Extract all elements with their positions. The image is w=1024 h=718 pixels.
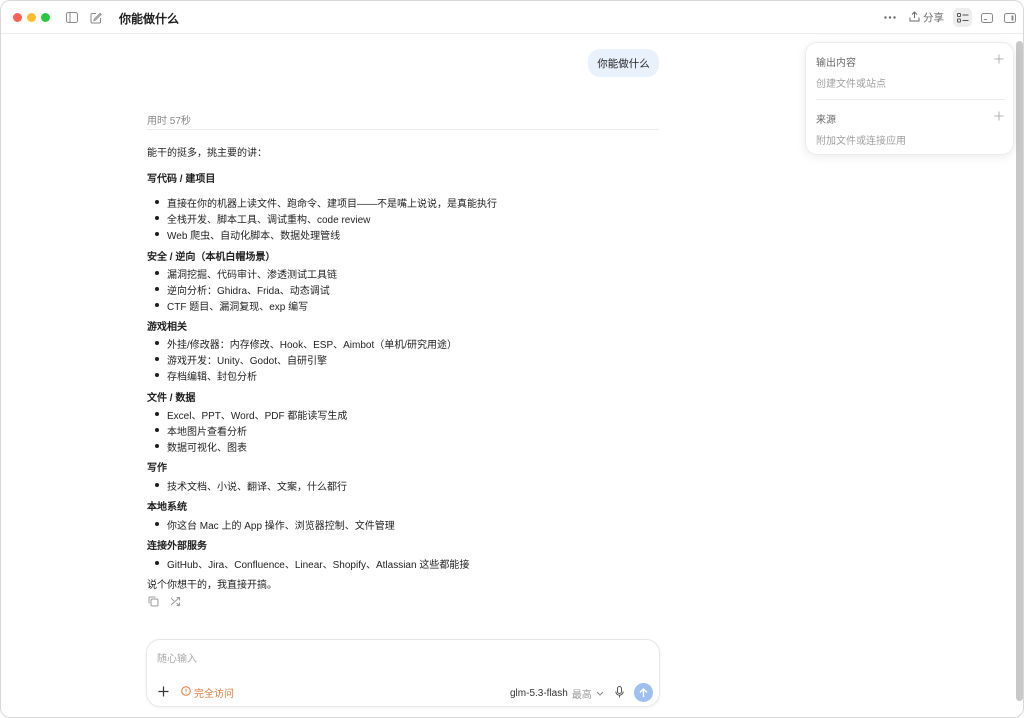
branch-icon[interactable]	[169, 595, 181, 607]
sources-subtitle[interactable]: 附加文件或连接应用	[816, 132, 906, 147]
zoom-window-button[interactable]	[41, 13, 50, 22]
section-heading: 游戏相关	[147, 322, 187, 333]
list-item: 存档编辑、封包分析	[155, 368, 257, 383]
sidebar-toggle-icon[interactable]	[63, 9, 80, 26]
user-message-bubble: 你能做什么	[588, 49, 659, 77]
more-icon[interactable]	[881, 9, 898, 26]
section-heading: 安全 / 逆向（本机白帽场景）	[147, 252, 276, 263]
outro-text: 说个你想干的，我直接开搞。	[147, 580, 277, 591]
message-input[interactable]	[157, 650, 557, 668]
window-title: 你能做什么	[119, 12, 180, 26]
message-actions	[147, 595, 181, 607]
section-heading: 写作	[147, 463, 167, 474]
right-sidebar-icon[interactable]	[1001, 9, 1018, 26]
list-item: 数据可视化、图表	[155, 439, 247, 454]
list-item: 全栈开发、脚本工具、调试重构、code review	[154, 211, 370, 226]
message-composer: 完全访问 glm-5.3-flash 最高	[146, 639, 660, 707]
section-heading: 本地系统	[147, 502, 187, 513]
section-heading: 文件 / 数据	[147, 393, 196, 404]
list-item: 游戏开发：Unity、Godot、自研引擎	[154, 352, 327, 367]
list-item: 本地图片查看分析	[155, 423, 247, 438]
list-item: 逆向分析：Ghidra、Frida、动态调试	[155, 282, 330, 297]
list-item: CTF 题目、漏洞复现、exp 编写	[154, 298, 308, 313]
chevron-down-icon	[596, 688, 604, 699]
microphone-icon	[614, 686, 624, 698]
list-item: GitHub、Jira、Confluence、Linear、Shopify、At…	[154, 556, 469, 571]
list-item: Excel、PPT、Word、PDF 都能读写生成	[154, 407, 347, 422]
scrollbar[interactable]	[1016, 41, 1023, 711]
scrollbar-thumb[interactable]	[1016, 41, 1023, 701]
panel-divider	[816, 99, 1005, 100]
plus-icon	[994, 111, 1004, 121]
copy-icon[interactable]	[147, 595, 159, 607]
arrow-up-icon	[639, 687, 648, 697]
terminal-icon[interactable]	[978, 9, 995, 26]
sources-title: 来源	[816, 115, 836, 126]
divider	[147, 129, 659, 130]
share-icon	[909, 10, 920, 25]
add-source-button[interactable]	[993, 110, 1005, 122]
warning-icon	[181, 686, 191, 699]
title-bar: 你能做什么 分享	[1, 1, 1023, 34]
share-label: 分享	[923, 12, 944, 24]
access-label: 完全访问	[194, 689, 234, 700]
share-button[interactable]: 分享	[909, 9, 944, 26]
list-item: 技术文档、小说、翻译、文案，什么都行	[155, 478, 347, 493]
send-button[interactable]	[634, 683, 653, 702]
model-level: 最高	[571, 690, 592, 701]
user-message-text: 你能做什么	[597, 57, 650, 70]
list-item: 外挂/修改器：内存修改、Hook、ESP、Aimbot（单机/研究用途）	[154, 336, 457, 351]
context-panel: 输出内容 创建文件或站点 来源 附加文件或连接应用	[805, 42, 1014, 155]
model-selector[interactable]: glm-5.3-flash 最高	[510, 686, 604, 701]
add-attachment-button[interactable]	[156, 684, 170, 698]
section-heading: 写代码 / 建项目	[147, 174, 216, 185]
panel-list-icon[interactable]	[954, 9, 971, 26]
list-item: 漏洞挖掘、代码审计、渗透测试工具链	[155, 266, 337, 281]
close-window-button[interactable]	[13, 13, 22, 22]
microphone-button[interactable]	[613, 685, 625, 699]
add-output-button[interactable]	[993, 53, 1005, 65]
intro-text: 能干的挺多，挑主要的讲：	[147, 148, 267, 159]
new-chat-icon[interactable]	[87, 9, 104, 26]
plus-icon	[158, 686, 168, 696]
app-window: 你能做什么 分享 你能做什么 用时 57秒 能干的挺多，挑主要的讲： 写代码 /…	[0, 0, 1024, 718]
minimize-window-button[interactable]	[27, 13, 36, 22]
plus-icon	[994, 54, 1004, 64]
section-heading: 连接外部服务	[147, 541, 207, 552]
model-name: glm-5.3-flash	[510, 688, 568, 699]
full-access-button[interactable]: 完全访问	[181, 685, 234, 700]
elapsed-time[interactable]: 用时 57秒	[147, 112, 191, 127]
output-title: 输出内容	[816, 58, 856, 69]
output-subtitle[interactable]: 创建文件或站点	[816, 75, 886, 90]
list-item: 你这台 Mac 上的 App 操作、浏览器控制、文件管理	[155, 517, 395, 532]
list-item: 直接在你的机器上读文件、跑命令、建项目——不是嘴上说说，是真能执行	[155, 195, 497, 210]
list-item: Web 爬虫、自动化脚本、数据处理管线	[154, 227, 340, 242]
